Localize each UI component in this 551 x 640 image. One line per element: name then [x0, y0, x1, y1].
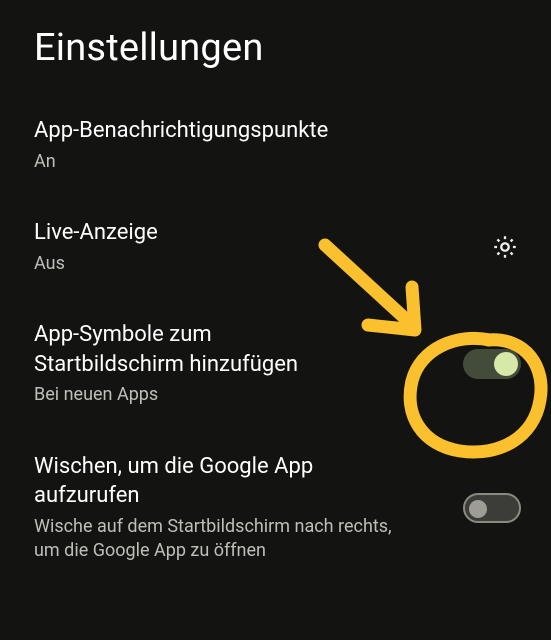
setting-title: App-Benachrichtigungspunkte — [34, 116, 509, 146]
setting-text: App-Benachrichtigungspunkte An — [34, 116, 525, 174]
setting-notification-dots[interactable]: App-Benachrichtigungspunkte An — [34, 116, 525, 174]
settings-list: App-Benachrichtigungspunkte An Live-Anze… — [0, 70, 551, 564]
page-title: Einstellungen — [0, 0, 551, 70]
toggle-knob — [494, 352, 518, 376]
setting-subtitle: Wische auf dem Startbildschirm nach rech… — [34, 515, 398, 564]
toggle-knob — [469, 500, 487, 518]
setting-subtitle: An — [34, 150, 509, 174]
setting-subtitle: Bei neuen Apps — [34, 383, 348, 407]
setting-title: Wischen, um die Google App aufzurufen — [34, 452, 398, 511]
setting-title: Live-Anzeige — [34, 218, 475, 248]
setting-swipe-google-app[interactable]: Wischen, um die Google App aufzurufen Wi… — [34, 452, 525, 564]
toggle-add-icons-home[interactable] — [463, 349, 521, 379]
setting-add-icons-home[interactable]: App-Symbole zum Startbildschirm hinzufüg… — [34, 320, 525, 408]
setting-title: App-Symbole zum Startbildschirm hinzufüg… — [34, 320, 348, 379]
setting-text: Wischen, um die Google App aufzurufen Wi… — [34, 452, 414, 564]
setting-live-display[interactable]: Live-Anzeige Aus — [34, 218, 525, 276]
gear-icon[interactable] — [491, 233, 519, 261]
setting-text: Live-Anzeige Aus — [34, 218, 491, 276]
setting-subtitle: Aus — [34, 252, 475, 276]
toggle-swipe-google-app[interactable] — [463, 493, 521, 523]
setting-text: App-Symbole zum Startbildschirm hinzufüg… — [34, 320, 364, 408]
